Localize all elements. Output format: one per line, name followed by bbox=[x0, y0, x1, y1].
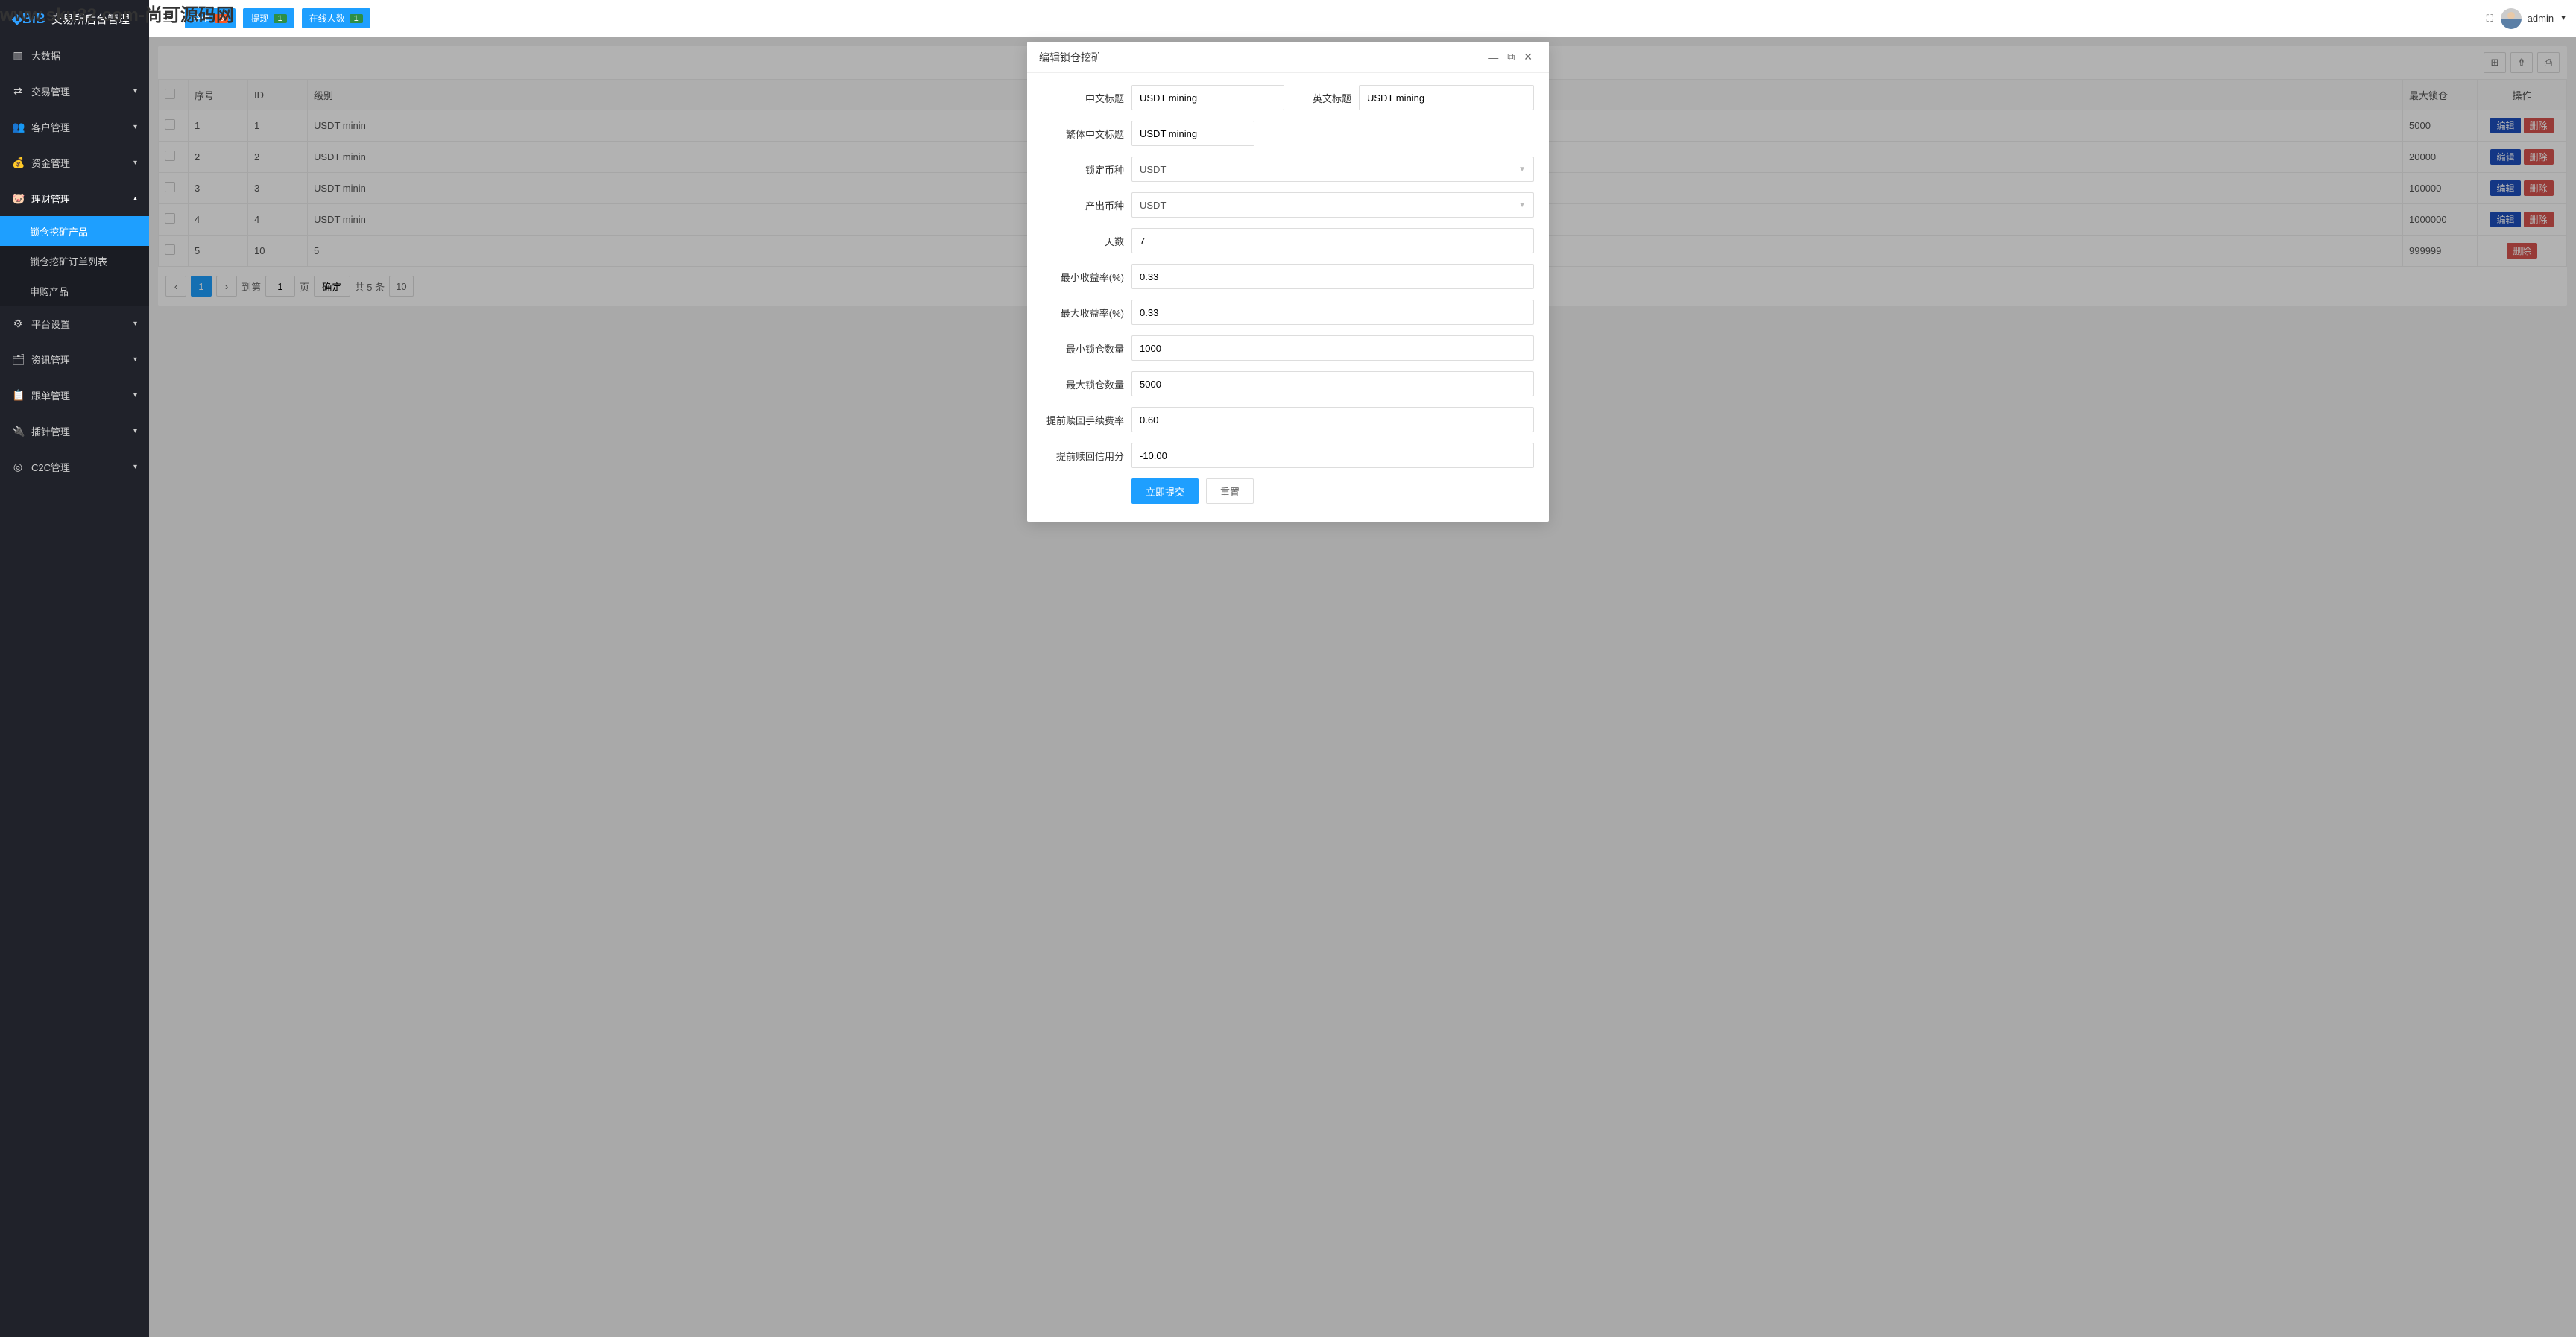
nav-icon: ▥ bbox=[12, 49, 24, 62]
minimize-icon[interactable]: — bbox=[1483, 51, 1503, 63]
collapse-icon[interactable]: ☲ bbox=[158, 11, 177, 26]
avatar bbox=[2501, 8, 2522, 29]
sidebar-item[interactable]: ⚙平台设置▾ bbox=[0, 306, 149, 341]
chevron-down-icon: ▼ bbox=[2560, 14, 2567, 22]
modal-title: 编辑锁仓挖矿 bbox=[1039, 50, 1102, 65]
nav-icon: 🗂 bbox=[12, 353, 24, 366]
chevron-icon: ▾ bbox=[133, 463, 137, 471]
edit-modal: 编辑锁仓挖矿 — ⧉ ✕ 中文标题 英文标题 繁体中文标题 锁定币种USDT▼ … bbox=[1027, 42, 1549, 522]
online-button[interactable]: 在线人数1 bbox=[302, 8, 370, 28]
submit-button[interactable]: 立即提交 bbox=[1131, 478, 1199, 504]
sidebar-subitem[interactable]: 锁仓挖矿订单列表 bbox=[0, 246, 149, 276]
logo-title: 交易所后台管理 bbox=[51, 11, 130, 27]
sidebar-item[interactable]: 🐷理财管理▴ bbox=[0, 180, 149, 216]
chevron-icon: ▾ bbox=[133, 427, 137, 435]
days-input[interactable] bbox=[1131, 228, 1534, 253]
chevron-icon: ▾ bbox=[133, 355, 137, 364]
sidebar-subitem[interactable]: 锁仓挖矿产品 bbox=[0, 216, 149, 246]
logo: ◆BiB 交易所后台管理 bbox=[0, 0, 149, 37]
early-fee-input[interactable] bbox=[1131, 407, 1534, 432]
nav-icon: ⚙ bbox=[12, 317, 24, 330]
sidebar-item[interactable]: 💰资金管理▾ bbox=[0, 145, 149, 180]
early-credit-input[interactable] bbox=[1131, 443, 1534, 468]
min-lock-input[interactable] bbox=[1131, 335, 1534, 361]
chevron-icon: ▾ bbox=[133, 391, 137, 399]
max-yield-input[interactable] bbox=[1131, 300, 1534, 325]
chevron-icon: ▾ bbox=[133, 320, 137, 328]
sidebar-item[interactable]: ◎C2C管理▾ bbox=[0, 449, 149, 484]
nav-icon: 🐷 bbox=[12, 192, 24, 205]
fullscreen-icon[interactable]: ⛶ bbox=[2487, 13, 2493, 25]
sidebar-item[interactable]: ▥大数据 bbox=[0, 37, 149, 73]
chevron-down-icon: ▼ bbox=[1518, 165, 1526, 174]
username: admin bbox=[2528, 13, 2554, 24]
maximize-icon[interactable]: ⧉ bbox=[1503, 51, 1519, 63]
sidebar: ◆BiB 交易所后台管理 ▥大数据⇄交易管理▾👥客户管理▾💰资金管理▾🐷理财管理… bbox=[0, 0, 149, 1337]
lock-coin-select[interactable]: USDT▼ bbox=[1131, 157, 1534, 182]
sidebar-subitem[interactable]: 申购产品 bbox=[0, 276, 149, 306]
chevron-icon: ▾ bbox=[133, 87, 137, 95]
withdraw-button[interactable]: 提现1 bbox=[243, 8, 294, 28]
reset-button[interactable]: 重置 bbox=[1206, 478, 1254, 504]
max-lock-input[interactable] bbox=[1131, 371, 1534, 396]
sidebar-item[interactable]: 📋跟单管理▾ bbox=[0, 377, 149, 413]
sidebar-item[interactable]: 🔌插针管理▾ bbox=[0, 413, 149, 449]
sidebar-item[interactable]: 👥客户管理▾ bbox=[0, 109, 149, 145]
title-cn-input[interactable] bbox=[1131, 85, 1284, 110]
min-yield-input[interactable] bbox=[1131, 264, 1534, 289]
recharge-button[interactable]: 充值3 bbox=[185, 8, 236, 28]
nav-icon: 📋 bbox=[12, 389, 24, 402]
nav-icon: ◎ bbox=[12, 461, 24, 473]
chevron-icon: ▴ bbox=[133, 195, 137, 203]
chevron-down-icon: ▼ bbox=[1518, 201, 1526, 209]
title-tc-input[interactable] bbox=[1131, 121, 1254, 146]
nav-icon: 👥 bbox=[12, 121, 24, 133]
chevron-icon: ▾ bbox=[133, 123, 137, 131]
sidebar-item[interactable]: ⇄交易管理▾ bbox=[0, 73, 149, 109]
topbar: ☲ 充值3 提现1 在线人数1 ⛶ admin ▼ bbox=[149, 0, 2576, 37]
out-coin-select[interactable]: USDT▼ bbox=[1131, 192, 1534, 218]
chevron-icon: ▾ bbox=[133, 159, 137, 167]
close-icon[interactable]: ✕ bbox=[1519, 51, 1537, 63]
nav-icon: 🔌 bbox=[12, 425, 24, 437]
logo-icon: ◆BiB bbox=[12, 11, 45, 27]
title-en-input[interactable] bbox=[1359, 85, 1534, 110]
nav-icon: 💰 bbox=[12, 157, 24, 169]
nav-icon: ⇄ bbox=[12, 85, 24, 98]
user-menu[interactable]: admin ▼ bbox=[2501, 8, 2567, 29]
sidebar-item[interactable]: 🗂资讯管理▾ bbox=[0, 341, 149, 377]
